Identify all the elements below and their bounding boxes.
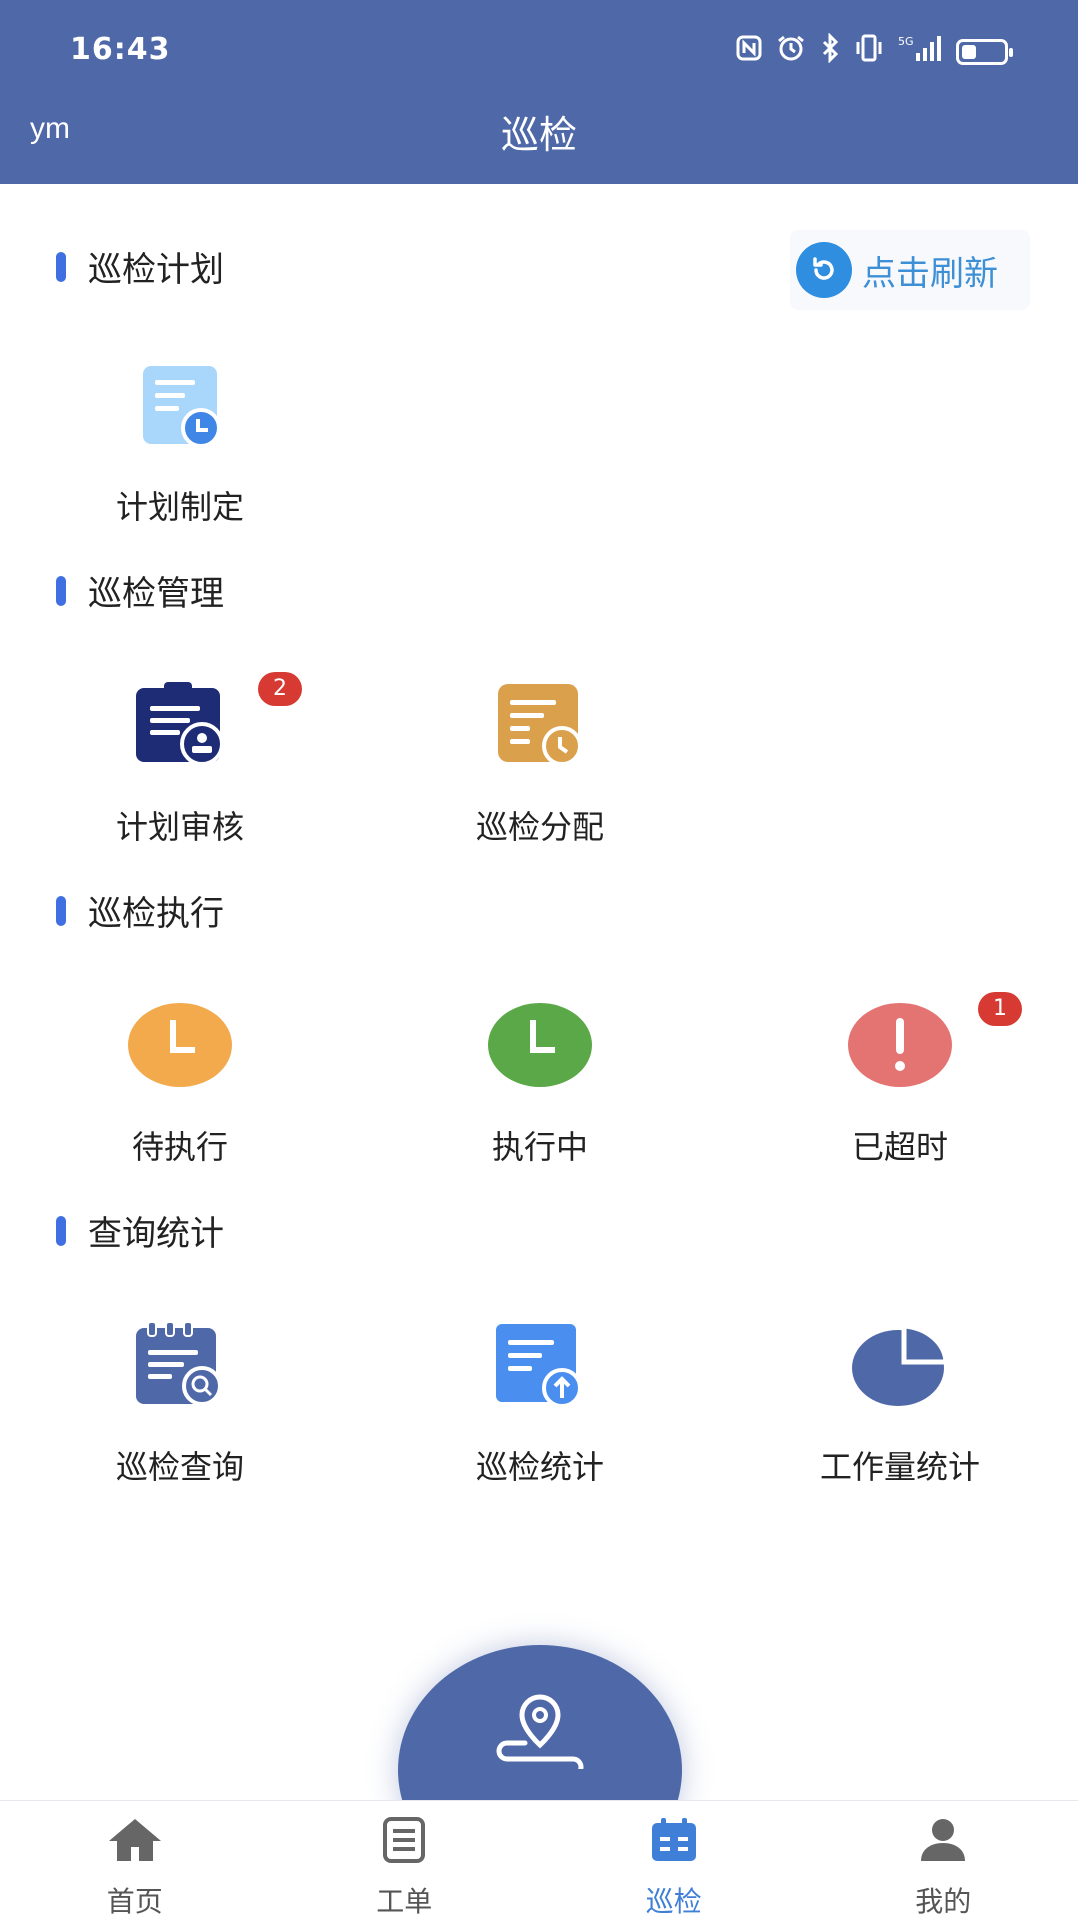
plan-review-badge: 2 <box>258 672 302 706</box>
tile-inspection-stats[interactable]: 巡检统计 <box>420 1310 660 1490</box>
signal-5g-icon: 5G <box>898 33 942 71</box>
section-execute-label: 巡检执行 <box>88 894 224 934</box>
battery-level <box>962 45 976 59</box>
location-pin-icon <box>495 1693 585 1778</box>
bluetooth-icon <box>820 32 840 71</box>
inspection-stats-icon <box>485 1310 595 1420</box>
tile-label: 计划审核 <box>115 808 244 846</box>
tile-label: 巡检统计 <box>475 1448 604 1486</box>
nav-item-inspection[interactable]: 巡检 <box>539 1801 809 1918</box>
status-icons: 5G <box>736 32 1013 71</box>
section-stats-title: 查询统计 <box>56 1206 224 1255</box>
section-marker <box>56 895 66 926</box>
tile-label: 巡检分配 <box>475 808 604 846</box>
nav-label: 工单 <box>376 1885 433 1918</box>
overdue-alert-icon <box>845 990 955 1100</box>
nav-item-work-order[interactable]: 工单 <box>270 1801 540 1918</box>
section-execute-title: 巡检执行 <box>56 886 224 935</box>
section-manage-label: 巡检管理 <box>88 574 224 614</box>
tile-plan-create[interactable]: 计划制定 <box>60 350 300 530</box>
tile-label: 已超时 <box>851 1128 948 1166</box>
battery-icon <box>956 39 1013 65</box>
status-time: 16:43 <box>70 32 171 67</box>
tile-pending[interactable]: 待执行 <box>60 990 300 1170</box>
section-plan-label: 巡检计划 <box>88 250 224 290</box>
tile-label: 执行中 <box>491 1128 588 1166</box>
refresh-icon <box>796 242 852 298</box>
nav-label: 巡检 <box>645 1885 702 1918</box>
tile-label: 计划制定 <box>115 488 244 526</box>
workload-pie-icon <box>845 1310 955 1420</box>
plan-review-icon <box>125 670 235 780</box>
in-progress-clock-icon <box>485 990 595 1100</box>
status-bar: 16:43 5G <box>0 0 1078 100</box>
tile-in-progress[interactable]: 执行中 <box>420 990 660 1170</box>
inspection-query-icon <box>125 1310 235 1420</box>
tile-inspection-query[interactable]: 巡检查询 <box>60 1310 300 1490</box>
inspection-assign-icon <box>485 670 595 780</box>
svg-text:5G: 5G <box>898 35 914 48</box>
section-marker <box>56 251 66 282</box>
section-marker <box>56 1215 66 1246</box>
pending-clock-icon <box>125 990 235 1100</box>
section-manage-title: 巡检管理 <box>56 566 224 615</box>
nav-label: 我的 <box>915 1885 972 1918</box>
tile-workload-stats[interactable]: 工作量统计 <box>780 1310 1020 1490</box>
plan-create-icon <box>125 350 235 460</box>
nav-item-home[interactable]: 首页 <box>0 1801 270 1918</box>
header: 16:43 5G ym 巡检 <box>0 0 1078 184</box>
alarm-icon <box>776 34 806 70</box>
nav-label: 首页 <box>106 1885 163 1918</box>
vibrate-icon <box>854 33 884 71</box>
section-stats-label: 查询统计 <box>88 1214 224 1254</box>
tile-label: 巡检查询 <box>115 1448 244 1486</box>
person-icon <box>915 1817 971 1870</box>
work-order-icon <box>376 1817 432 1870</box>
page-title: 巡检 <box>500 113 577 157</box>
home-icon <box>107 1817 163 1870</box>
calendar-icon <box>646 1817 702 1870</box>
section-marker <box>56 575 66 606</box>
nfc-icon <box>736 35 762 69</box>
refresh-label: 点击刷新 <box>862 253 998 294</box>
tile-label: 待执行 <box>131 1128 228 1166</box>
bottom-nav: 首页 工单 巡检 我的 <box>0 1800 1078 1918</box>
section-plan-title: 巡检计划 <box>56 242 224 291</box>
tile-inspection-assign[interactable]: 巡检分配 <box>420 670 660 850</box>
overdue-badge: 1 <box>978 992 1022 1026</box>
refresh-button[interactable]: 点击刷新 <box>790 230 1030 310</box>
nav-item-mine[interactable]: 我的 <box>809 1801 1078 1918</box>
tile-label: 工作量统计 <box>819 1448 980 1486</box>
